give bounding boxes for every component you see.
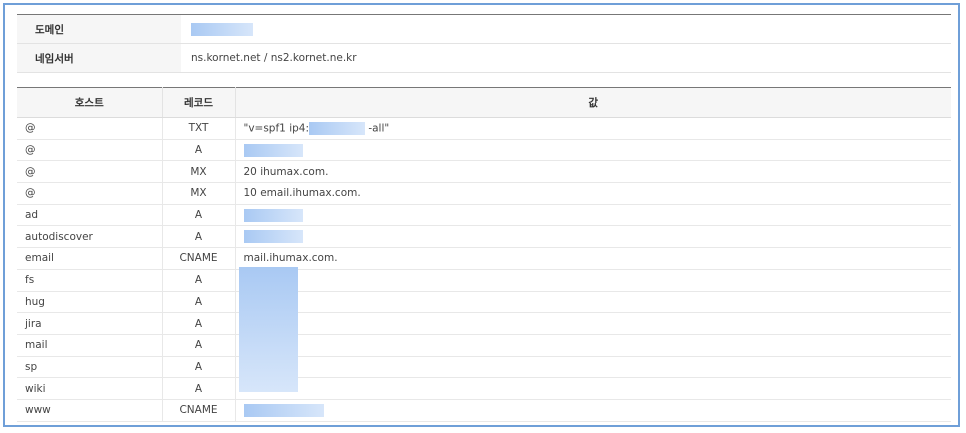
records-header: 호스트 레코드 값 [17,87,951,118]
record-host: www [17,399,162,422]
record-value [234,225,951,249]
nameserver-label: 네임서버 [17,43,181,73]
record-value [234,356,951,379]
redacted-domain [191,22,253,36]
record-host: autodiscover [17,225,162,249]
dns-panel: 도메인 네임서버 ns.kornet.net / ns2.kornet.ne.k… [3,3,960,427]
table-row: sp A [17,356,951,379]
record-type: A [161,204,235,227]
record-type: CNAME [161,247,235,270]
record-host: jira [17,312,162,335]
table-row: @ A [17,139,951,162]
dns-records-table: 호스트 레코드 값 @ TXT "v=spf1 ip4: -all" @ A @ MX 20 … [17,87,951,422]
record-type: A [161,269,235,292]
record-type: A [161,291,235,314]
domain-value [181,14,951,44]
value-column-header: 값 [234,87,951,118]
record-type: A [161,377,235,400]
record-value [234,377,951,400]
dns-content: 도메인 네임서버 ns.kornet.net / ns2.kornet.ne.k… [17,14,951,422]
redacted-ip [243,403,324,417]
record-host: sp [17,356,162,379]
record-host: @ [17,182,162,205]
table-row: autodiscover A [17,225,951,249]
record-type: A [161,356,235,379]
table-row: email CNAME mail.ihumax.com. [17,247,951,270]
nameserver-row: 네임서버 ns.kornet.net / ns2.kornet.ne.kr [17,43,951,73]
record-value [234,269,951,292]
record-value: 20 ihumax.com. [234,160,951,184]
record-host: mail [17,334,162,357]
record-value-prefix: "v=spf1 ip4: [243,122,310,135]
domain-label: 도메인 [17,14,181,44]
domain-info-table: 도메인 네임서버 ns.kornet.net / ns2.kornet.ne.k… [17,14,951,73]
record-value: "v=spf1 ip4: -all" [234,117,951,140]
records-body: @ TXT "v=spf1 ip4: -all" @ A @ MX 20 ihumax.com… [17,117,951,422]
record-value [234,312,951,335]
redacted-ip [309,121,365,135]
record-value [234,139,951,162]
record-type: A [161,139,235,162]
nameserver-value: ns.kornet.net / ns2.kornet.ne.kr [181,43,951,73]
record-type: CNAME [161,399,235,422]
record-value [234,291,951,314]
record-host: hug [17,291,162,314]
redacted-ip [243,143,303,157]
record-value [234,204,951,227]
domain-row: 도메인 [17,14,951,44]
redacted-ip [243,230,303,244]
record-type: A [161,334,235,357]
record-value: 10 email.ihumax.com. [234,182,951,205]
table-row: @ MX 20 ihumax.com. [17,160,951,184]
record-host: fs [17,269,162,292]
record-value [234,334,951,357]
record-type: A [161,225,235,249]
table-row: fs A [17,269,951,292]
table-row: mail A [17,334,951,357]
record-host: @ [17,160,162,184]
record-type: A [161,312,235,335]
table-row: www CNAME [17,399,951,422]
table-row: wiki A [17,377,951,400]
host-column-header: 호스트 [17,87,162,118]
record-type: MX [161,160,235,184]
record-host: @ [17,139,162,162]
table-row: hug A [17,291,951,314]
table-row: @ MX 10 email.ihumax.com. [17,182,951,205]
redacted-ip-block [239,267,298,392]
record-value [234,399,951,422]
record-type: MX [161,182,235,205]
table-row: jira A [17,312,951,335]
record-column-header: 레코드 [161,87,235,118]
table-row: ad A [17,204,951,227]
record-value-suffix: -all" [365,122,390,135]
record-host: wiki [17,377,162,400]
record-type: TXT [161,117,235,140]
record-host: ad [17,204,162,227]
record-value: mail.ihumax.com. [234,247,951,270]
record-host: email [17,247,162,270]
redacted-ip [243,208,303,222]
record-host: @ [17,117,162,140]
table-row: @ TXT "v=spf1 ip4: -all" [17,117,951,140]
